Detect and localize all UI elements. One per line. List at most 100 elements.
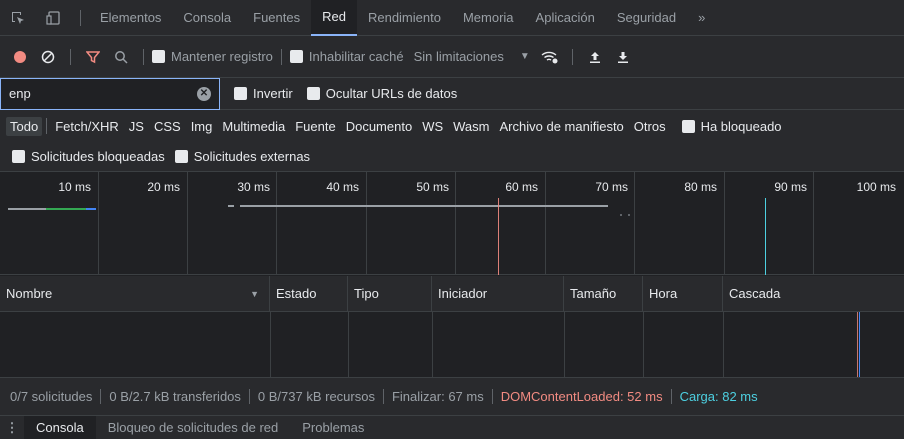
disable-cache-label: Inhabilitar caché (308, 49, 404, 64)
filter-toggle-button[interactable] (79, 43, 107, 71)
tick-label: 90 ms (774, 180, 807, 194)
invert-option[interactable]: Invertir (234, 86, 293, 101)
finish-time: Finalizar: 67 ms (384, 389, 493, 404)
device-toolbar-icon[interactable] (36, 0, 72, 36)
blocked-options-row: Solicitudes bloqueadas Solicitudes exter… (0, 142, 904, 172)
tab-consola[interactable]: Consola (172, 0, 242, 36)
export-har-button[interactable] (609, 43, 637, 71)
wifi-settings-icon (541, 51, 558, 63)
dom-content-loaded-marker (498, 198, 499, 275)
tab-memoria[interactable]: Memoria (452, 0, 525, 36)
column-divider (432, 312, 433, 377)
type-filter-manifiesto[interactable]: Archivo de manifiesto (496, 117, 628, 136)
tab-red[interactable]: Red (311, 0, 357, 36)
request-bar (628, 214, 630, 216)
drawer-tab-problemas[interactable]: Problemas (290, 416, 376, 439)
timeline-overview[interactable]: 10 ms 20 ms 30 ms 40 ms 50 ms 60 ms 70 m… (0, 172, 904, 275)
transferred-size: 0 B/2.7 kB transferidos (101, 389, 250, 404)
type-filter-js[interactable]: JS (125, 117, 148, 136)
type-filter-todo[interactable]: Todo (6, 116, 43, 136)
resource-type-filters: Todo Fetch/XHR JS CSS Img Multimedia Fue… (0, 110, 904, 142)
waterfall-load-marker (859, 312, 860, 377)
type-filter-multimedia[interactable]: Multimedia (218, 117, 289, 136)
tab-rendimiento[interactable]: Rendimiento (357, 0, 452, 36)
inspect-element-icon[interactable] (0, 0, 36, 36)
clear-button[interactable] (34, 43, 62, 71)
column-waterfall[interactable]: Cascada (723, 276, 904, 312)
invert-label: Invertir (253, 86, 293, 101)
tick-label: 60 ms (505, 180, 538, 194)
column-divider (270, 312, 271, 377)
column-initiator[interactable]: Iniciador (432, 275, 564, 312)
network-conditions-button[interactable] (536, 43, 564, 71)
import-har-button[interactable] (581, 43, 609, 71)
blocked-requests-checkbox[interactable] (12, 150, 25, 163)
tick-label: 40 ms (326, 180, 359, 194)
grid-line (98, 172, 99, 274)
type-filter-fetch-xhr[interactable]: Fetch/XHR (51, 117, 123, 136)
grid-line (813, 172, 814, 274)
separator (571, 48, 573, 65)
has-blocked-cookies-label: Ha bloqueado (700, 118, 782, 134)
upload-icon (589, 51, 600, 63)
request-bar (46, 208, 86, 210)
disable-cache-checkbox[interactable] (289, 50, 303, 63)
column-divider (723, 312, 724, 377)
tab-aplicacion[interactable]: Aplicación (525, 0, 606, 36)
column-time[interactable]: Hora (643, 275, 723, 312)
invert-checkbox[interactable] (234, 87, 247, 100)
column-type[interactable]: Tipo (348, 275, 432, 312)
grid-line (634, 172, 635, 274)
request-bar (86, 208, 96, 210)
throttling-select[interactable]: Sin limitaciones (414, 49, 504, 64)
drawer-tab-consola[interactable]: Consola (24, 416, 96, 439)
preserve-log-checkbox[interactable] (152, 50, 165, 63)
drawer-tab-request-blocking[interactable]: Bloqueo de solicitudes de red (96, 416, 291, 439)
tick-label: 100 ms (856, 180, 896, 194)
type-filter-wasm[interactable]: Wasm (449, 117, 493, 136)
type-filter-img[interactable]: Img (187, 117, 217, 136)
column-size[interactable]: Tamaño (564, 275, 643, 312)
grid-line (455, 172, 456, 274)
network-toolbar: Mantener registro Inhabilitar caché Sin … (0, 36, 904, 78)
tick-label: 70 ms (595, 180, 628, 194)
type-filter-otros[interactable]: Otros (630, 117, 670, 136)
tick-label: 30 ms (237, 180, 270, 194)
chevron-down-icon[interactable]: ▼ (520, 51, 530, 62)
hide-data-urls-checkbox[interactable] (306, 87, 320, 100)
record-button[interactable] (6, 43, 34, 71)
type-filter-ws[interactable]: WS (418, 117, 447, 136)
type-filter-css[interactable]: CSS (150, 117, 185, 136)
more-tabs-button[interactable]: » (687, 0, 716, 36)
sort-desc-icon: ▼ (250, 288, 259, 299)
column-name[interactable]: Nombre ▼ (0, 275, 270, 312)
column-divider (348, 312, 349, 377)
preserve-log-label: Mantener registro (171, 49, 273, 64)
third-party-checkbox[interactable] (174, 150, 188, 163)
requests-table-body[interactable] (0, 312, 904, 378)
type-filter-documento[interactable]: Documento (342, 117, 416, 136)
hide-data-urls-option[interactable]: Ocultar URLs de datos (306, 86, 457, 101)
has-blocked-cookies-checkbox[interactable] (681, 119, 695, 133)
type-filter-fuente[interactable]: Fuente (291, 117, 339, 136)
requests-count: 0/7 solicitudes (10, 389, 102, 404)
drawer-menu-icon[interactable]: ⋮ (0, 420, 24, 436)
clear-filter-icon[interactable]: ✕ (197, 86, 211, 101)
tab-elementos[interactable]: Elementos (89, 0, 172, 36)
third-party-label: Solicitudes externas (193, 149, 311, 164)
devtools-tabbar: Elementos Consola Fuentes Red Rendimient… (0, 0, 904, 36)
request-bar (228, 205, 234, 207)
filter-input[interactable] (9, 86, 179, 101)
dom-content-loaded-time: DOMContentLoaded: 52 ms (493, 389, 672, 404)
resources-size: 0 B/737 kB recursos (250, 389, 384, 404)
record-icon (14, 50, 26, 63)
tick-label: 50 ms (416, 180, 449, 194)
tab-fuentes[interactable]: Fuentes (242, 0, 311, 36)
grid-line (187, 172, 188, 274)
column-status[interactable]: Estado (270, 275, 348, 312)
search-button[interactable] (107, 43, 135, 71)
filter-row: ✕ Invertir Ocultar URLs de datos (0, 77, 904, 110)
tab-seguridad[interactable]: Seguridad (606, 0, 687, 36)
grid-line (276, 172, 277, 274)
separator (143, 48, 144, 65)
